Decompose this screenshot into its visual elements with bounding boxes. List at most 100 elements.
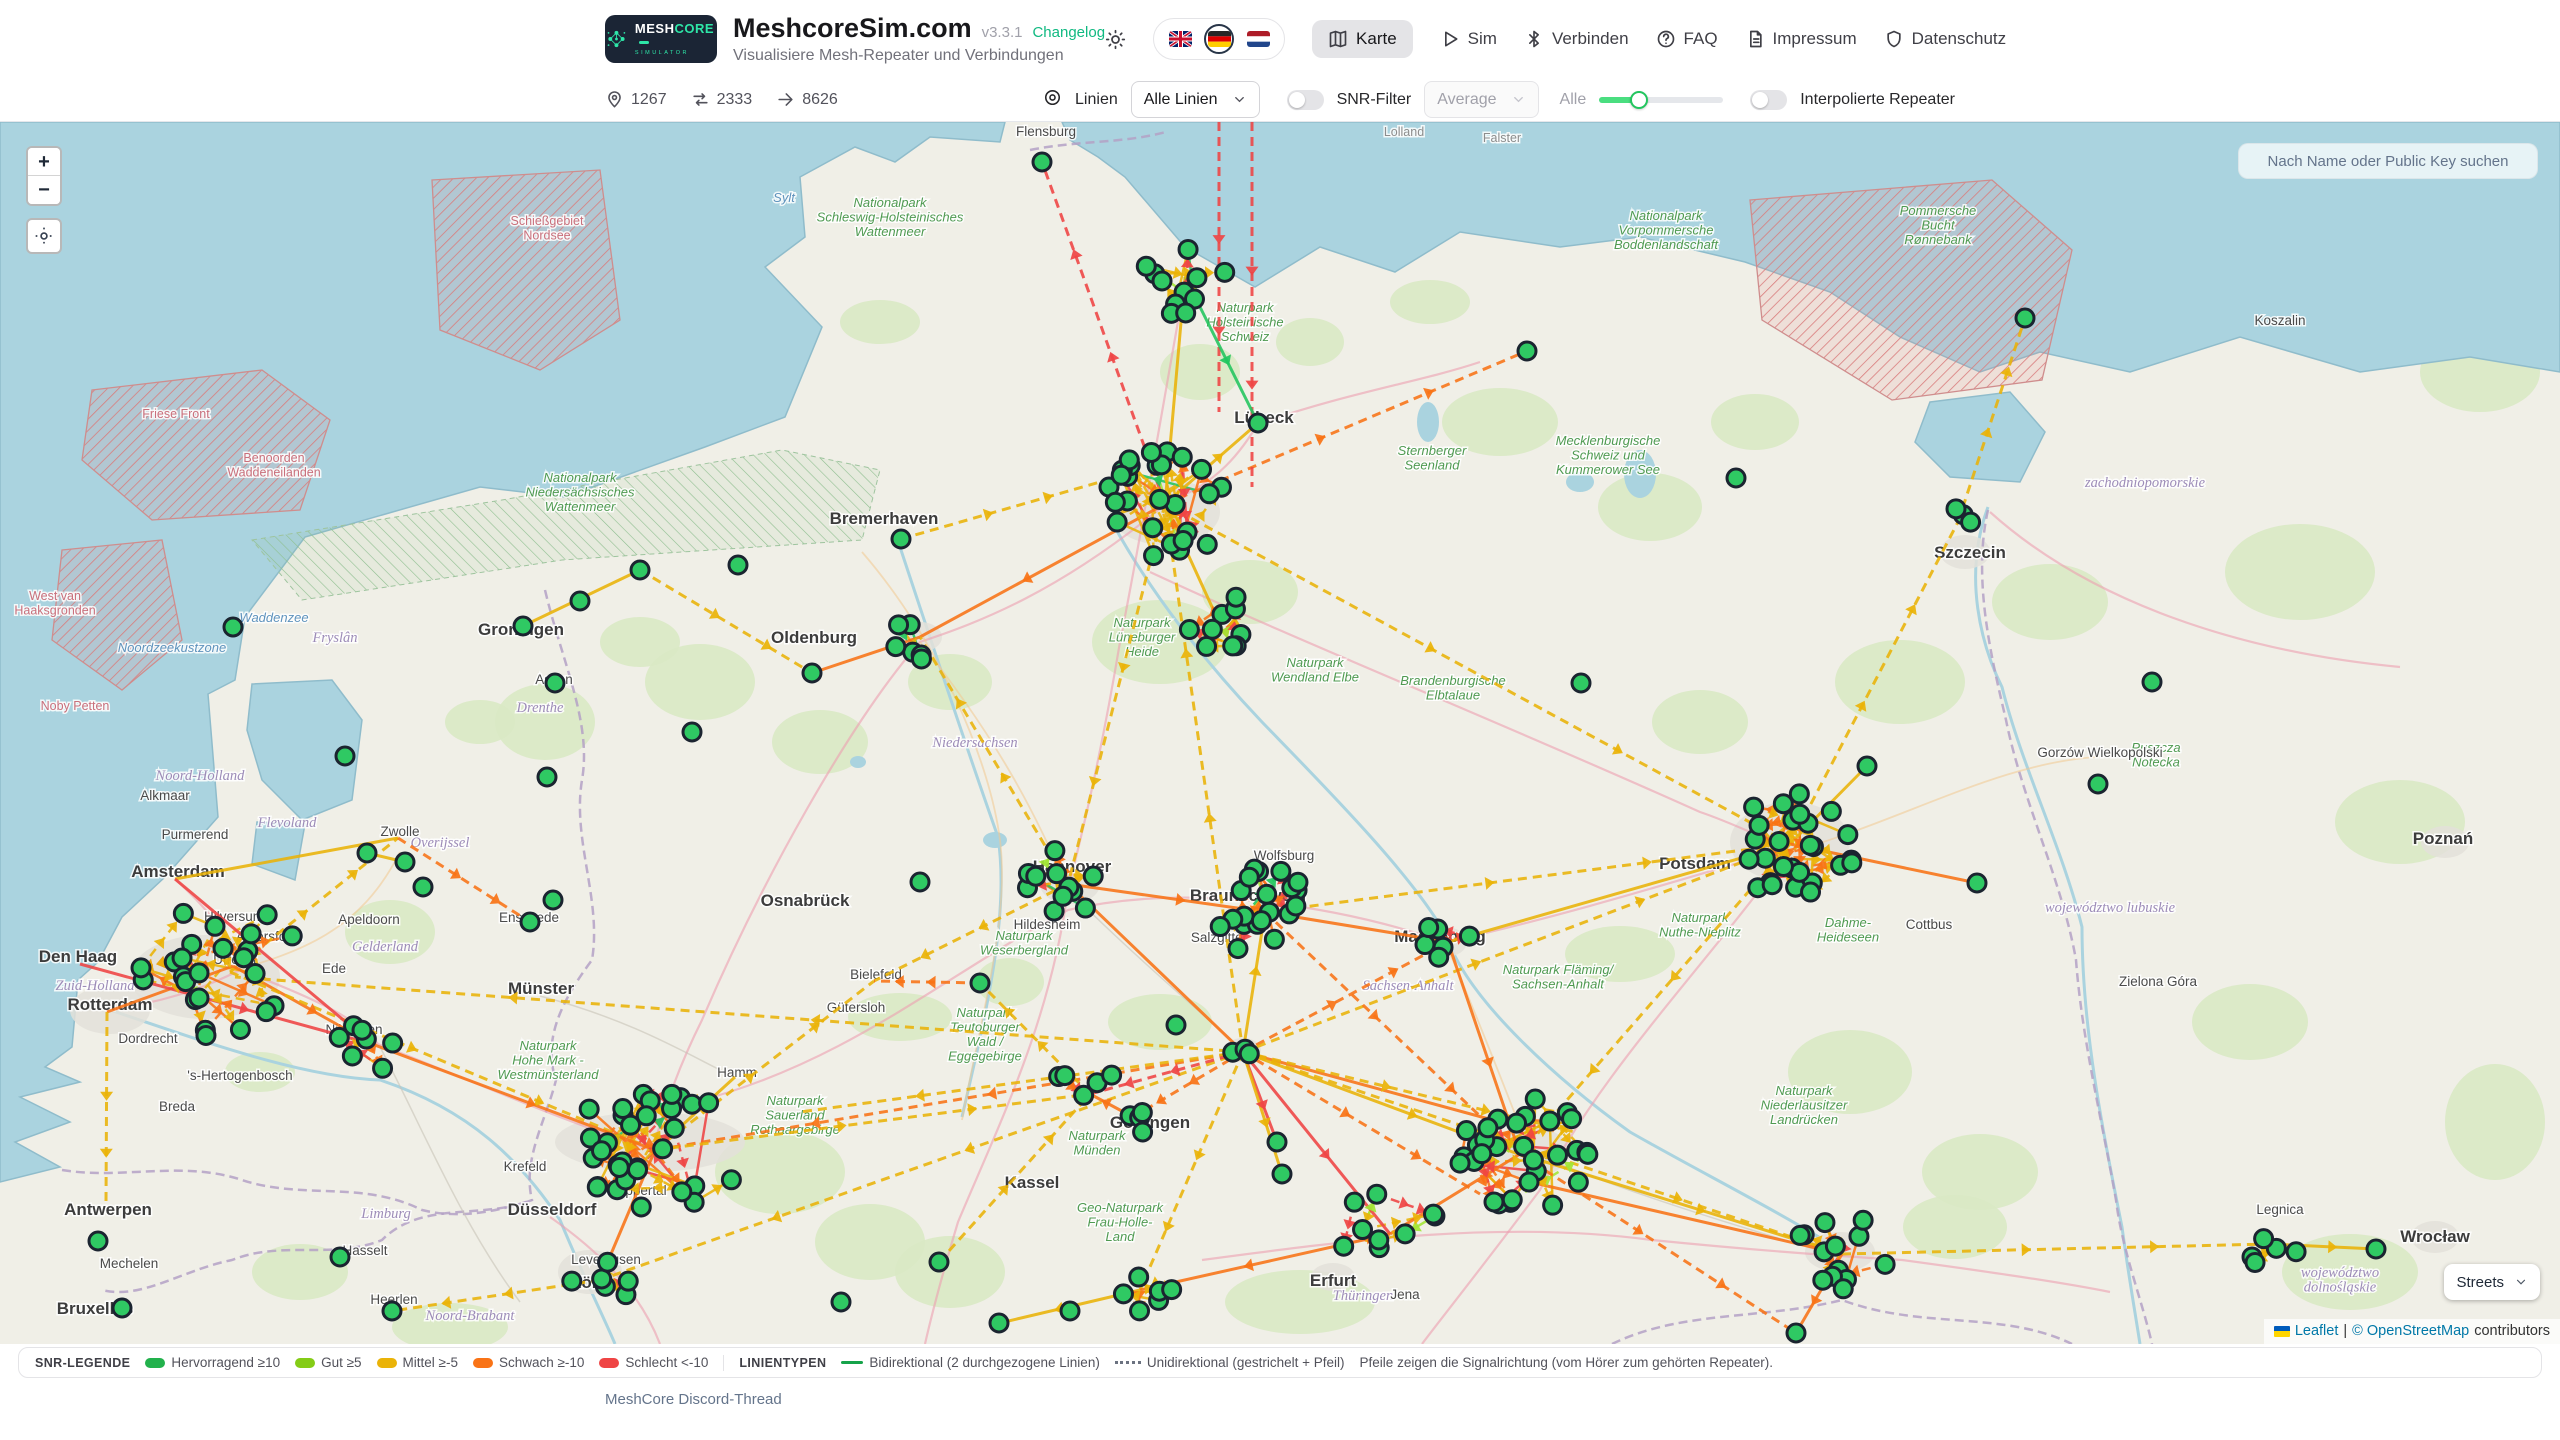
repeater-marker[interactable] [1335,1237,1353,1255]
repeater-marker[interactable] [1046,842,1064,860]
repeater-marker[interactable] [353,1021,371,1039]
discord-link[interactable]: MeshCore Discord-Thread [605,1391,782,1408]
repeater-marker[interactable] [190,989,208,1007]
repeater-marker[interactable] [1770,832,1788,850]
repeater-marker[interactable] [2246,1253,2264,1271]
search-input[interactable] [2238,143,2538,179]
repeater-marker[interactable] [231,1021,249,1039]
repeater-marker[interactable] [1265,930,1283,948]
repeater-marker[interactable] [1763,876,1781,894]
repeater-marker[interactable] [1424,1205,1442,1223]
repeater-marker[interactable] [2287,1243,2305,1261]
meshcore-logo[interactable]: MESHCORE SIMULATOR [605,15,717,63]
repeater-marker[interactable] [673,1183,691,1201]
zoom-out-button[interactable]: − [28,176,60,204]
repeater-marker[interactable] [1027,867,1045,885]
repeater-marker[interactable] [546,674,564,692]
repeater-marker[interactable] [173,949,191,967]
repeater-marker[interactable] [1858,757,1876,775]
repeater-marker[interactable] [1142,443,1160,461]
german-flag[interactable] [1204,24,1234,54]
repeater-marker[interactable] [1745,798,1763,816]
snr-mode-select[interactable]: Average [1424,81,1538,118]
repeater-marker[interactable] [571,592,589,610]
repeater-marker[interactable] [1216,263,1234,281]
repeater-marker[interactable] [331,1248,349,1266]
repeater-marker[interactable] [1133,1104,1151,1122]
repeater-marker[interactable] [1479,1119,1497,1137]
repeater-marker[interactable] [1968,874,1986,892]
repeater-marker[interactable] [383,1302,401,1320]
repeater-marker[interactable] [384,1034,402,1052]
repeater-marker[interactable] [1508,1114,1526,1132]
repeater-marker[interactable] [1368,1185,1386,1203]
interpolated-toggle[interactable] [1750,90,1787,110]
sun-icon[interactable] [1105,29,1126,50]
repeater-marker[interactable] [283,927,301,945]
repeater-marker[interactable] [2367,1240,2385,1258]
repeater-marker[interactable] [1579,1145,1597,1163]
repeater-marker[interactable] [1569,1173,1587,1191]
repeater-marker[interactable] [514,617,532,635]
repeater-marker[interactable] [1876,1255,1894,1273]
repeater-marker[interactable] [1198,535,1216,553]
repeater-marker[interactable] [654,1140,672,1158]
repeater-marker[interactable] [588,1178,606,1196]
repeater-marker[interactable] [1774,858,1792,876]
repeater-marker[interactable] [1457,1122,1475,1140]
repeater-marker[interactable] [1268,1133,1286,1151]
leaflet-link[interactable]: Leaflet [2295,1323,2339,1339]
repeater-marker[interactable] [580,1100,598,1118]
repeater-marker[interactable] [1200,485,1218,503]
repeater-marker[interactable] [89,1232,107,1250]
repeater-marker[interactable] [1814,1271,1832,1289]
repeater-marker[interactable] [1544,1196,1562,1214]
repeater-marker[interactable] [1103,1066,1121,1084]
repeater-marker[interactable] [629,1161,647,1179]
repeater-marker[interactable] [1801,836,1819,854]
repeater-marker[interactable] [1947,500,1965,518]
repeater-marker[interactable] [1287,897,1305,915]
repeater-marker[interactable] [930,1253,948,1271]
repeater-marker[interactable] [1033,153,1051,171]
repeater-marker[interactable] [1518,342,1536,360]
repeater-marker[interactable] [1962,513,1980,531]
repeater-marker[interactable] [912,650,930,668]
changelog-link[interactable]: Changelog [1032,24,1105,41]
repeater-marker[interactable] [1179,240,1197,258]
repeater-marker[interactable] [396,853,414,871]
dutch-flag[interactable] [1243,24,1273,54]
repeater-marker[interactable] [544,891,562,909]
repeater-marker[interactable] [599,1253,617,1271]
uk-flag[interactable] [1165,24,1195,54]
snr-filter-toggle[interactable] [1287,90,1324,110]
repeater-marker[interactable] [1370,1231,1388,1249]
lines-select[interactable]: Alle Linien [1131,81,1260,118]
repeater-marker[interactable] [1240,1045,1258,1063]
repeater-marker[interactable] [1151,490,1169,508]
repeater-marker[interactable] [1834,1280,1852,1298]
repeater-marker[interactable] [1144,519,1162,537]
repeater-marker[interactable] [1787,1324,1805,1342]
repeater-marker[interactable] [1137,257,1155,275]
repeater-marker[interactable] [132,959,150,977]
repeater-marker[interactable] [1084,867,1102,885]
nav-item-faq[interactable]: FAQ [1656,29,1718,49]
snr-slider[interactable] [1599,97,1723,103]
repeater-marker[interactable] [729,556,747,574]
repeater-marker[interactable] [990,1314,1008,1332]
repeater-marker[interactable] [343,1047,361,1065]
repeater-marker[interactable] [1774,795,1792,813]
repeater-marker[interactable] [722,1171,740,1189]
repeater-marker[interactable] [1822,802,1840,820]
repeater-marker[interactable] [1180,621,1198,639]
repeater-marker[interactable] [113,1299,131,1317]
repeater-marker[interactable] [619,1272,637,1290]
repeater-marker[interactable] [1791,1226,1809,1244]
repeater-marker[interactable] [1252,912,1270,930]
repeater-marker[interactable] [336,747,354,765]
repeater-marker[interactable] [1249,414,1267,432]
repeater-marker[interactable] [1211,918,1229,936]
repeater-marker[interactable] [1177,304,1195,322]
repeater-marker[interactable] [1843,854,1861,872]
